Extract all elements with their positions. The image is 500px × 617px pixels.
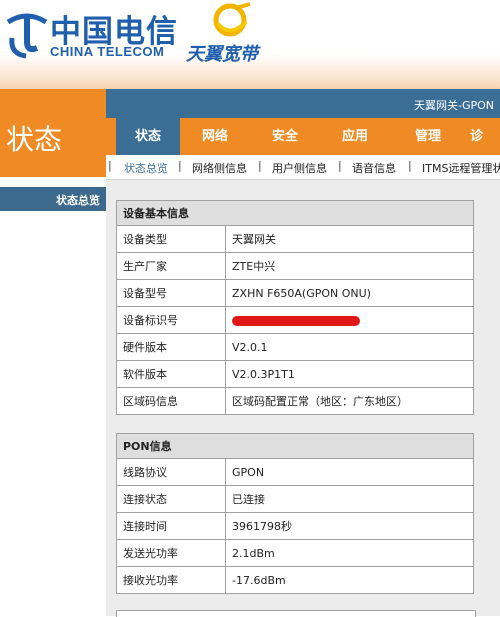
header-banner: 中国电信 CHINA TELECOM 天翼宽带 [0, 0, 500, 89]
subnav-status-overview[interactable]: 状态总览 [124, 160, 168, 176]
row-value: GPON [225, 458, 474, 486]
subnav-separator: | [108, 159, 112, 172]
row-value: 3961798秒 [225, 512, 474, 540]
redacted-serial [232, 315, 360, 326]
table-row: 区域码信息 区域码配置正常（地区：广东地区） [116, 387, 474, 415]
device-info-title: 设备基本信息 [116, 200, 474, 226]
subnav-user-info[interactable]: 用户侧信息 [272, 160, 327, 176]
subnav-separator: | [408, 159, 412, 172]
row-value: ZTE中兴 [225, 252, 474, 280]
row-key: 设备型号 [116, 279, 226, 307]
main-tabs: 状态 网络 安全 应用 管理 诊 [106, 118, 500, 155]
table-row: 硬件版本 V2.0.1 [116, 333, 474, 361]
row-key: 连接状态 [116, 485, 226, 513]
sub-nav: | 状态总览 | 网络侧信息 | 用户侧信息 | 语音信息 | ITMS远程管理… [106, 155, 500, 180]
tab-status[interactable]: 状态 [116, 118, 180, 155]
brand-name-en: CHINA TELECOM [50, 44, 165, 59]
table-row: 接收光功率 -17.6dBm [116, 566, 474, 594]
sidebar-item-status-overview[interactable]: 状态总览 [0, 187, 106, 211]
subnav-itms-status[interactable]: ITMS远程管理状 [422, 160, 500, 176]
table-row: 连接时间 3961798秒 [116, 512, 474, 540]
sidebar-title: 状态 [6, 123, 63, 156]
row-key: 软件版本 [116, 360, 226, 388]
tab-application[interactable]: 应用 [320, 118, 390, 155]
row-key: 区域码信息 [116, 387, 226, 415]
row-value: 2.1dBm [225, 539, 474, 567]
table-row: 生产厂家 ZTE中兴 [116, 252, 474, 280]
tab-management[interactable]: 管理 [390, 118, 466, 155]
row-key: 生产厂家 [116, 252, 226, 280]
tianyi-logo-icon [213, 2, 251, 37]
row-value: 天翼网关 [225, 225, 474, 253]
row-value: V2.0.1 [225, 333, 474, 361]
device-info-table: 设备基本信息 设备类型 天翼网关 生产厂家 ZTE中兴 设备型号 ZXHN F6… [116, 200, 474, 415]
row-key: 接收光功率 [116, 566, 226, 594]
sidebar-item-label: 状态总览 [56, 194, 100, 207]
tab-diagnostics[interactable]: 诊 [470, 118, 500, 155]
row-key: 设备标识号 [116, 306, 226, 334]
row-value: V2.0.3P1T1 [225, 360, 474, 388]
subnav-separator: | [338, 159, 342, 172]
table-row: 连接状态 已连接 [116, 485, 474, 513]
row-key: 硬件版本 [116, 333, 226, 361]
row-value: -17.6dBm [225, 566, 474, 594]
tab-network[interactable]: 网络 [180, 118, 250, 155]
subnav-separator: | [258, 159, 262, 172]
row-value: ZXHN F650A(GPON ONU) [225, 279, 474, 307]
table-row: 软件版本 V2.0.3P1T1 [116, 360, 474, 388]
china-telecom-logo-icon [6, 13, 48, 59]
table-row: 线路协议 GPON [116, 458, 474, 486]
pon-info-title: PON信息 [116, 433, 474, 459]
subnav-separator: | [178, 159, 182, 172]
row-value: 区域码配置正常（地区：广东地区） [225, 387, 474, 415]
row-key: 设备类型 [116, 225, 226, 253]
tab-security[interactable]: 安全 [250, 118, 320, 155]
subnav-network-info[interactable]: 网络侧信息 [192, 160, 247, 176]
table-row: 设备类型 天翼网关 [116, 225, 474, 253]
row-value: 已连接 [225, 485, 474, 513]
device-name: 天翼网关-GPON [413, 99, 494, 112]
table-row: 设备标识号 [116, 306, 474, 334]
row-value [225, 306, 474, 334]
sidebar [0, 177, 106, 616]
row-key: 发送光功率 [116, 539, 226, 567]
table-row: 设备型号 ZXHN F650A(GPON ONU) [116, 279, 474, 307]
row-key: 线路协议 [116, 458, 226, 486]
row-key: 连接时间 [116, 512, 226, 540]
pon-info-table: PON信息 线路协议 GPON 连接状态 已连接 连接时间 3961798秒 发… [116, 433, 474, 594]
table-row: 发送光功率 2.1dBm [116, 539, 474, 567]
broadband-name: 天翼宽带 [186, 44, 258, 65]
subnav-voice-info[interactable]: 语音信息 [352, 160, 396, 176]
